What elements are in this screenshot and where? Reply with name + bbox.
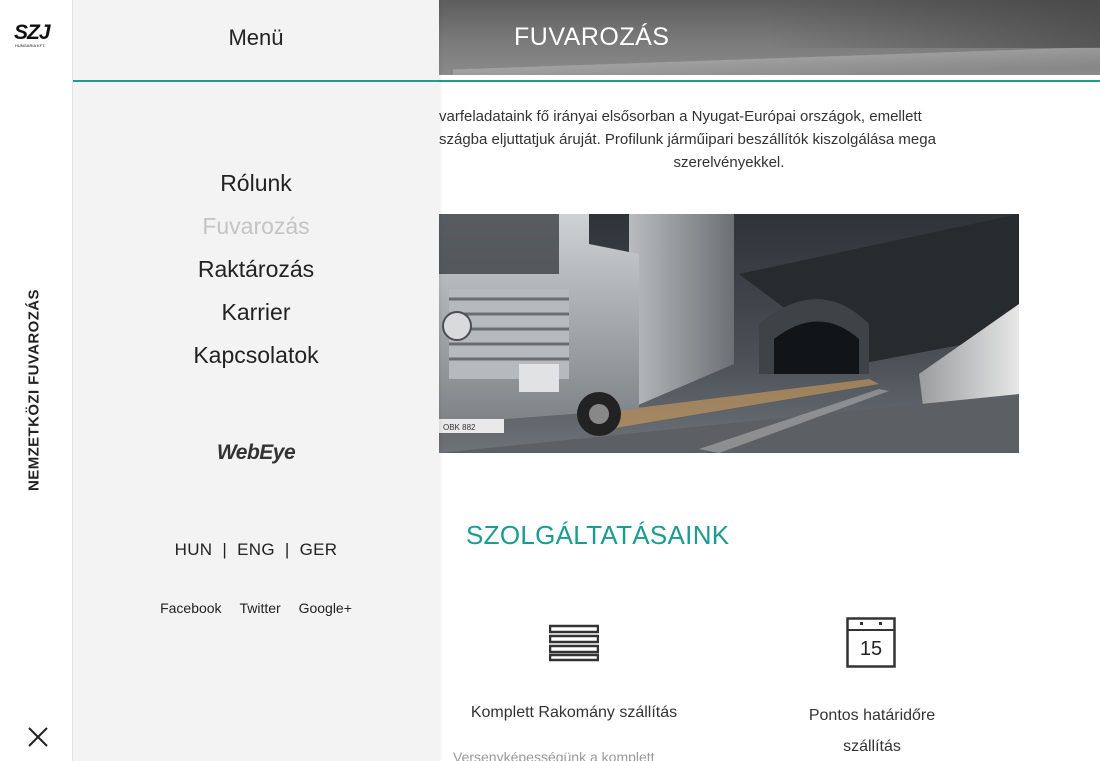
svg-text:SZJ: SZJ (14, 21, 52, 44)
nav-item-karrier[interactable]: Karrier (73, 291, 439, 334)
close-icon[interactable] (27, 726, 49, 748)
intro-line-1: varfeladataink fő irányai elsősorban a N… (439, 108, 922, 125)
webeye-link[interactable]: WebEye (73, 441, 439, 465)
calendar-day: 15 (860, 638, 882, 660)
truck-illustration: OBK 882 (439, 214, 1019, 453)
service-description: Versenyképességünk a komplett (453, 749, 655, 761)
lang-hun[interactable]: HUN (175, 540, 213, 559)
page-title: FUVAROZÁS (514, 23, 670, 51)
menu-panel: Menü Rólunk Fuvarozás Raktározás Karrier… (73, 0, 439, 761)
menu-header: Menü (73, 0, 439, 82)
banner-trees-graphic (770, 0, 1100, 48)
nav-item-rolunk[interactable]: Rólunk (73, 162, 439, 205)
service-label-full-load: Komplett Rakomány szállítás (470, 704, 678, 721)
lang-separator: | (284, 540, 290, 559)
lang-ger[interactable]: GER (300, 540, 338, 559)
social-links: Facebook Twitter Google+ (73, 600, 439, 616)
google-plus-link[interactable]: Google+ (299, 600, 352, 616)
service-label-on-time: Pontos határidőre szállítás (772, 700, 972, 761)
intro-line-3: szerelvényekkel. (673, 154, 785, 171)
twitter-link[interactable]: Twitter (239, 600, 280, 616)
truck-image: OBK 882 (439, 214, 1019, 453)
menu-title: Menü (228, 25, 284, 50)
intro-text: varfeladataink fő irányai elsősorban a N… (439, 105, 1019, 174)
nav-item-raktarozas[interactable]: Raktározás (73, 248, 439, 291)
left-rail: SZJ HUNGARIA KFT. NEMZETKÖZI FUVAROZÁS (0, 0, 73, 761)
services-heading: SZOLGÁLTATÁSAINK (466, 520, 730, 550)
license-plate-text: OBK 882 (443, 423, 476, 432)
szj-logo[interactable]: SZJ HUNGARIA KFT. (13, 20, 61, 50)
language-switcher: HUN | ENG | GER (73, 540, 439, 560)
facebook-link[interactable]: Facebook (160, 600, 221, 616)
service-label-on-time-line1: Pontos határidőre (808, 707, 936, 724)
intro-line-2: szágba eljuttatjuk áruját. Profilunk jár… (439, 131, 936, 148)
logo-subtext: HUNGARIA KFT. (15, 43, 45, 48)
nav-item-kapcsolatok[interactable]: Kapcsolatok (73, 334, 439, 377)
calendar-icon: 15 (846, 617, 896, 668)
lang-eng[interactable]: ENG (237, 540, 275, 559)
main-nav: Rólunk Fuvarozás Raktározás Karrier Kapc… (73, 162, 439, 377)
lang-separator: | (222, 540, 228, 559)
cargo-stack-icon (548, 624, 600, 662)
nav-item-fuvarozas[interactable]: Fuvarozás (73, 205, 439, 248)
service-label-on-time-line2: szállítás (843, 738, 901, 755)
rail-vertical-title: NEMZETKÖZI FUVAROZÁS (25, 289, 43, 491)
